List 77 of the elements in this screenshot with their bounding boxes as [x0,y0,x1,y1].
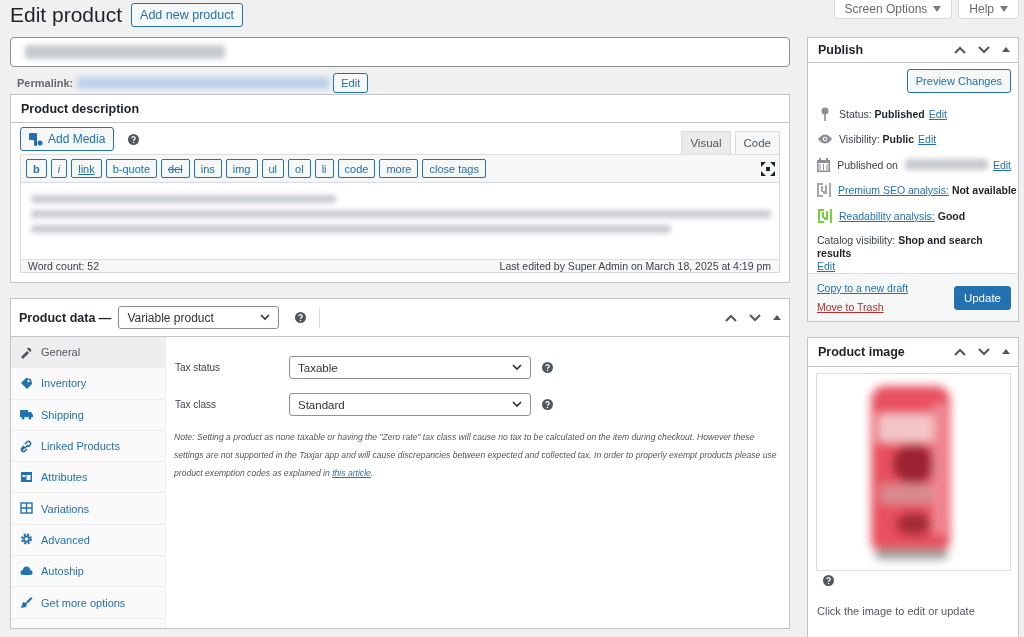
word-count: Word count: 52 [28,260,99,272]
box-title: Publish [818,42,865,57]
quicktag-button[interactable]: ul [261,159,285,178]
quicktag-button[interactable]: ins [193,159,222,178]
chevron-down-icon [512,401,522,408]
permalink-label: Permalink: [17,77,74,89]
quicktag-button[interactable]: i [50,159,68,178]
caret-icon [1000,6,1008,12]
quicktag-button[interactable]: link [71,159,102,178]
cloud-icon [20,564,33,578]
image-hint: Click the image to edit or update [817,605,975,617]
quicktag-button[interactable]: b-quote [105,159,157,178]
field-label: Tax status [174,362,222,373]
quicktag-button[interactable]: img [225,159,258,178]
grid-icon [20,502,33,516]
analysis-result: Not available [951,184,1017,197]
media-icon [29,132,43,146]
truck-icon [20,408,33,422]
copy-draft-link[interactable]: Copy to a new draft [817,282,909,295]
select-field[interactable]: Taxable [289,356,531,379]
box-title: Product data — [19,310,112,325]
tax-note: Note: Setting a product as none taxable or having the "Zero rate" tax class will cause no tax to be calculated on the item during checkout. However these settings are not supported in the Taxjar app and will cause discrepancies between expected and collected tax. In order to properly exempt products please use product exemption codes as explained in this article. [174,431,778,480]
add-new-product-button[interactable]: Add new product [131,3,243,27]
quicktag-button[interactable]: b [26,159,47,178]
tag-icon [20,376,33,390]
eye-icon [817,134,832,145]
product-type-select[interactable]: Variable product [118,306,280,329]
edit-permalink-button[interactable]: Edit [333,73,369,93]
quicktag-button[interactable]: more [379,159,419,178]
editor-tab[interactable]: Code [734,131,780,154]
analysis-link[interactable]: Premium SEO analysis: [838,184,949,197]
edit-link[interactable]: Edit [918,133,937,146]
help-icon[interactable] [295,312,307,323]
product-data-tab[interactable]: General [11,337,165,369]
catalog-visibility-text: Catalog visibility: Shop and search results [817,234,983,260]
quicktag-button[interactable]: close tags [422,159,486,178]
quicktag-button[interactable]: ol [288,159,311,178]
chevron-down-icon [512,364,522,371]
setting-text: Published on [837,158,898,171]
quicktag-button[interactable]: del [161,159,190,178]
quicktag-button[interactable]: code [337,159,376,178]
update-button[interactable]: Update [953,285,1011,310]
trash-link[interactable]: Move to Trash [817,301,909,314]
setting-text: Status: Published [839,107,925,120]
help-icon[interactable] [128,133,140,145]
setting-text: Visibility: Public [839,133,915,146]
pen-icon [20,596,33,609]
article-link[interactable]: this article [332,468,371,478]
help-icon[interactable] [542,362,553,373]
fullscreen-icon[interactable] [761,161,775,176]
preview-changes-button[interactable]: Preview Changes [906,68,1011,93]
quicktag-button[interactable]: li [314,159,334,178]
edit-link[interactable]: Edit [992,158,1011,171]
page-title: Edit product [10,3,123,27]
field-label: Tax class [174,399,218,410]
screen-tab-button[interactable]: Screen Options [833,0,953,19]
chevron-down-icon [260,314,271,321]
wrench-icon [20,345,33,359]
product-title-field[interactable] [10,37,790,67]
box-title: Product description [21,101,141,116]
help-icon[interactable] [542,399,553,410]
analysis-link[interactable]: Readability analysis: [839,209,935,222]
edit-link[interactable]: Edit [928,107,947,120]
editor-tab[interactable]: Visual [681,131,731,154]
link-icon [20,439,33,453]
select-field[interactable]: Standard [289,393,531,416]
gear-icon [20,533,33,547]
box-title: Product image [818,345,906,359]
edit-link[interactable]: Edit [817,260,836,273]
screen-tab-button[interactable]: Help [958,0,1019,19]
last-edited-text: Last edited by Super Admin on March 18, 2025 at 4:19 pm [499,260,771,272]
table-icon [20,470,33,484]
analysis-result: Good [937,209,966,222]
help-icon[interactable] [823,575,834,586]
calendar-icon [817,157,831,172]
add-media-button[interactable]: Add Media [20,127,115,151]
caret-icon [933,6,942,12]
